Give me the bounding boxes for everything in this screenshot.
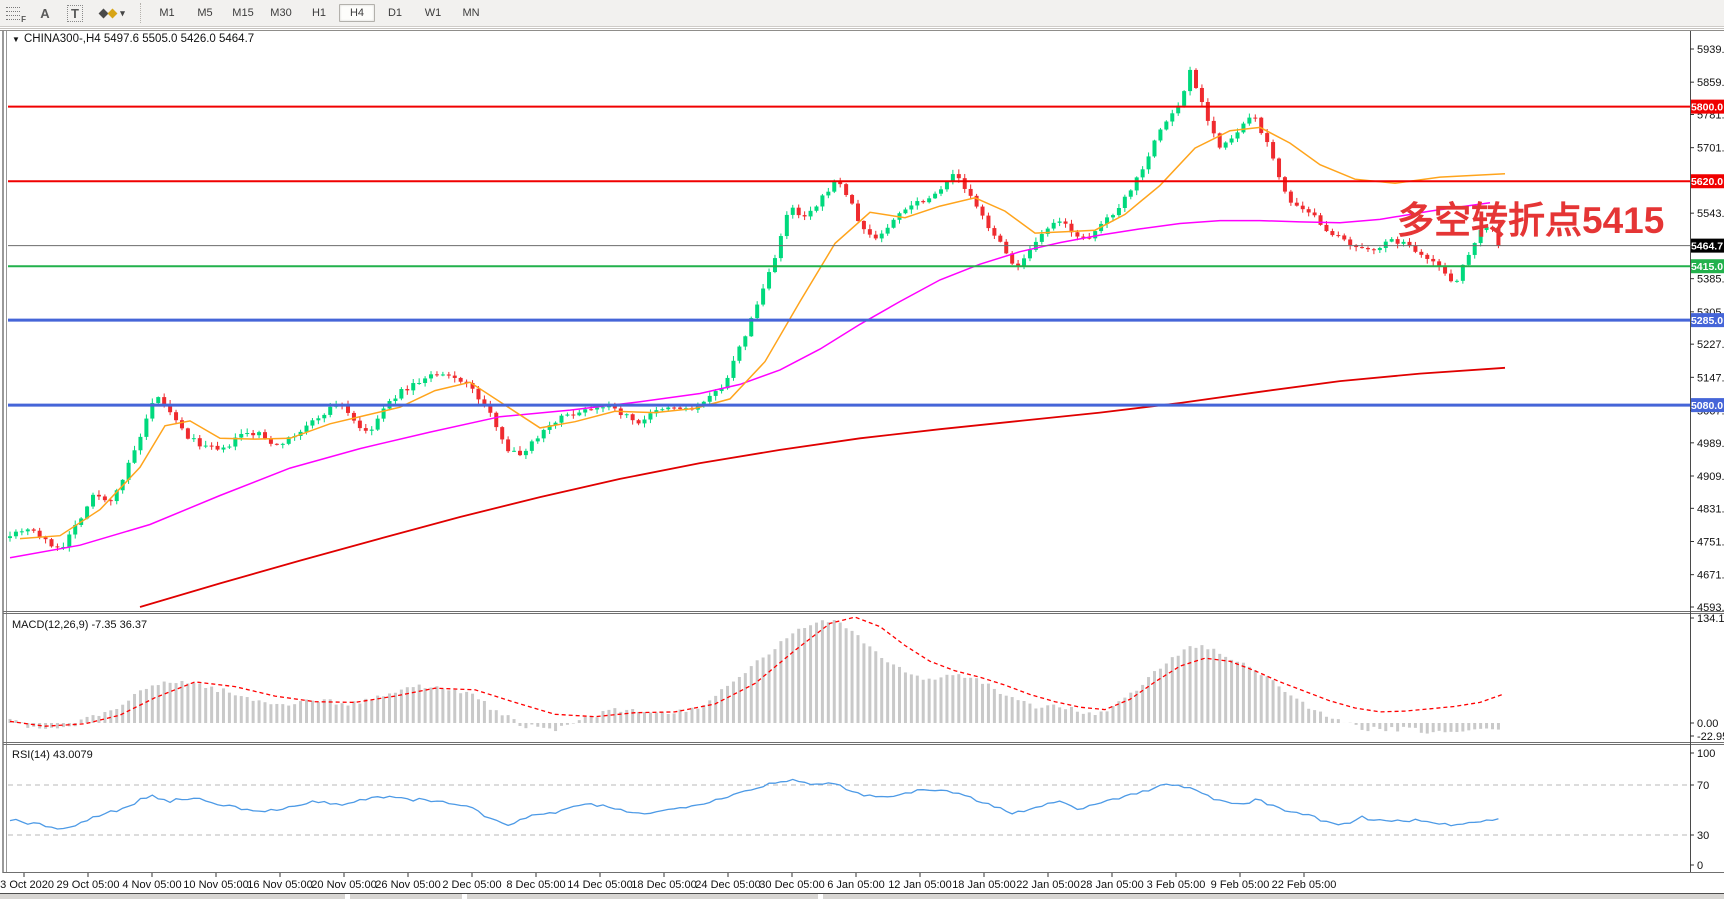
- price-tick-label: 4989.0: [1697, 438, 1724, 450]
- annotation-text: 多空转折点5415: [1397, 200, 1664, 241]
- price-badge-current-price: 5464.7: [1691, 239, 1724, 253]
- date-tick-label: 23 Oct 2020: [0, 879, 54, 891]
- text-label-tool-icon[interactable]: A: [32, 2, 58, 24]
- date-tick-label: 26 Nov 05:00: [375, 879, 440, 891]
- date-tick-label: 29 Oct 05:00: [57, 879, 120, 891]
- date-tick-label: 14 Dec 05:00: [567, 879, 632, 891]
- toolbar-separator: [140, 3, 142, 23]
- price-tick-label: 5227.0: [1697, 339, 1724, 351]
- date-tick-label: 28 Jan 05:00: [1080, 879, 1144, 891]
- rsi-scale-label: 100: [1697, 748, 1715, 760]
- date-tick-label: 30 Dec 05:00: [759, 879, 824, 891]
- price-badge-support: 5285.0: [1691, 313, 1724, 327]
- date-tick-label: 10 Nov 05:00: [183, 879, 248, 891]
- text-box-tool-icon[interactable]: T: [62, 2, 88, 24]
- price-tick-label: 4751.0: [1697, 536, 1724, 548]
- price-tick-label: 5543.0: [1697, 208, 1724, 220]
- timeframe-button-m5[interactable]: M5: [187, 4, 223, 22]
- cycles-arrows-tool-icon[interactable]: ▾: [92, 2, 132, 24]
- svg-text:5464.7: 5464.7: [1691, 241, 1723, 253]
- price-tick-label: 4671.0: [1697, 570, 1724, 582]
- date-tick-label: 4 Nov 05:00: [122, 879, 181, 891]
- svg-text:5285.0: 5285.0: [1691, 315, 1723, 327]
- svg-text:CHINA300-,H4 5497.6 5505.0 542: CHINA300-,H4 5497.6 5505.0 5426.0 5464.7: [24, 33, 254, 45]
- macd-scale-label: 134.11: [1697, 613, 1724, 625]
- date-tick-label: 8 Dec 05:00: [506, 879, 565, 891]
- timeframe-button-m1[interactable]: M1: [149, 4, 185, 22]
- date-tick-label: 3 Feb 05:00: [1147, 879, 1206, 891]
- price-badge-pivot: 5415.0: [1691, 259, 1724, 273]
- date-tick-label: 2 Dec 05:00: [442, 879, 501, 891]
- price-tick-label: 4831.0: [1697, 503, 1724, 515]
- chart-title: ▼ CHINA300-,H4 5497.6 5505.0 5426.0 5464.…: [12, 33, 254, 45]
- timeframe-button-w1[interactable]: W1: [415, 4, 451, 22]
- price-badge-resistance: 5800.0: [1691, 100, 1724, 114]
- timeframe-button-h1[interactable]: H1: [301, 4, 337, 22]
- date-tick-label: 22 Feb 05:00: [1272, 879, 1337, 891]
- price-tick-label: 5147.0: [1697, 372, 1724, 384]
- timeframe-button-h4[interactable]: H4: [339, 4, 375, 22]
- date-tick-label: 18 Jan 05:00: [952, 879, 1016, 891]
- macd-scale-label: -22.95: [1697, 731, 1724, 743]
- top-toolbar: FAT▾ M1M5M15M30H1H4D1W1MN: [0, 0, 1724, 27]
- price-badge-resistance: 5620.0: [1691, 174, 1724, 188]
- rsi-scale-label: 30: [1697, 830, 1709, 842]
- price-tick-label: 5939.0: [1697, 44, 1724, 56]
- date-tick-label: 6 Jan 05:00: [827, 879, 885, 891]
- svg-text:5415.0: 5415.0: [1691, 261, 1723, 273]
- date-tick-label: 22 Jan 05:00: [1016, 879, 1080, 891]
- timeframe-buttons-group: M1M5M15M30H1H4D1W1MN: [148, 0, 490, 27]
- rsi-scale-label: 70: [1697, 780, 1709, 792]
- macd-label: MACD(12,26,9) -7.35 36.37: [12, 619, 147, 631]
- rsi-scale-label: 0: [1697, 860, 1703, 872]
- rsi-label: RSI(14) 43.0079: [12, 749, 93, 761]
- timeframe-button-m30[interactable]: M30: [263, 4, 299, 22]
- date-tick-label: 12 Jan 05:00: [888, 879, 952, 891]
- price-tick-label: 5701.0: [1697, 143, 1724, 155]
- price-tick-label: 5385.0: [1697, 274, 1724, 286]
- svg-text:5620.0: 5620.0: [1691, 176, 1723, 188]
- date-tick-label: 24 Dec 05:00: [695, 879, 760, 891]
- date-tick-label: 16 Nov 05:00: [247, 879, 312, 891]
- drawing-tools-group: FAT▾: [0, 0, 134, 27]
- svg-text:▼: ▼: [12, 35, 20, 44]
- timeframe-button-m15[interactable]: M15: [225, 4, 261, 22]
- timeframe-button-d1[interactable]: D1: [377, 4, 413, 22]
- date-tick-label: 9 Feb 05:00: [1211, 879, 1270, 891]
- date-tick-label: 18 Dec 05:00: [631, 879, 696, 891]
- price-badge-support: 5080.0: [1691, 398, 1724, 412]
- svg-text:5080.0: 5080.0: [1691, 400, 1723, 412]
- date-tick-label: 20 Nov 05:00: [311, 879, 376, 891]
- price-tick-label: 5859.0: [1697, 77, 1724, 89]
- svg-text:5800.0: 5800.0: [1691, 102, 1723, 114]
- bottom-panel-edge: [0, 893, 1724, 899]
- macd-scale-label: 0.00: [1697, 718, 1718, 730]
- price-tick-label: 4909.0: [1697, 471, 1724, 483]
- timeframe-button-mn[interactable]: MN: [453, 4, 489, 22]
- chart-area[interactable]: ▼ CHINA300-,H4 5497.6 5505.0 5426.0 5464.…: [0, 28, 1724, 893]
- period-separators-icon[interactable]: F: [2, 2, 28, 24]
